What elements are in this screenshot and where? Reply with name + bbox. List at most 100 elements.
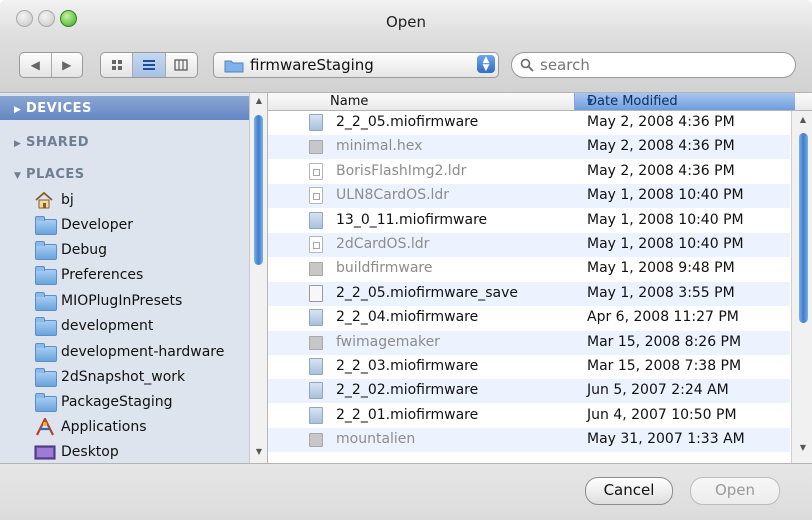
places-header: PLACES: [26, 167, 85, 182]
sidebar-item-development-hardware[interactable]: development-hardware: [34, 340, 224, 364]
folder-icon: [34, 317, 57, 336]
firmware-doc-icon: [308, 382, 323, 400]
file-list: Name Date Modified ▼ 2_2_05.miofirmware M…: [267, 93, 812, 463]
scroll-down-arrow-icon[interactable]: ▼: [796, 441, 810, 455]
file-name: ULN8CardOS.ldr: [336, 187, 450, 204]
sidebar-section-places[interactable]: ▼ PLACES: [14, 167, 85, 187]
file-name: minimal.hex: [336, 138, 423, 155]
back-arrow-icon: ◀: [30, 58, 40, 72]
file-date-modified: May 1, 2008 10:40 PM: [587, 236, 744, 252]
list-view-button[interactable]: [133, 53, 166, 77]
sidebar-item-package-staging[interactable]: PackageStaging: [34, 390, 173, 414]
file-date-modified: May 2, 2008 4:36 PM: [587, 162, 735, 179]
icon-view-button[interactable]: [101, 53, 134, 77]
file-name: 2_2_02.miofirmware: [336, 382, 479, 399]
blank-doc-icon: [308, 284, 323, 302]
folder-icon: [34, 241, 57, 260]
search-field[interactable]: [511, 52, 796, 78]
file-row[interactable]: 2_2_05.miofirmware May 2, 2008 4:36 PM: [268, 111, 790, 135]
folder-icon: [34, 266, 57, 285]
column-header-name[interactable]: Name: [330, 94, 368, 109]
view-mode-control: [100, 52, 198, 78]
open-button[interactable]: Open: [690, 477, 780, 505]
file-row[interactable]: 13_0_11.miofirmware May 1, 2008 10:40 PM: [268, 209, 790, 233]
file-row[interactable]: 2_2_01.miofirmware Jun 4, 2007 10:50 PM: [268, 404, 790, 428]
title-bar[interactable]: Open: [0, 0, 812, 41]
sidebar-item-developer[interactable]: Developer: [34, 213, 133, 237]
disclosure-triangle-icon: ▶: [14, 139, 22, 149]
file-date-modified: Mar 15, 2008 7:38 PM: [587, 358, 742, 374]
forward-arrow-icon: ▶: [62, 58, 72, 72]
unix-file-icon: [308, 138, 323, 155]
folder-icon: [224, 60, 244, 73]
folder-icon: [34, 292, 57, 311]
folder-icon: [34, 393, 57, 412]
file-list-scrollbar[interactable]: ▲ ▼: [791, 111, 812, 463]
sidebar-item-mioplugin-presets[interactable]: MIOPlugInPresets: [34, 289, 182, 313]
sidebar-item-development[interactable]: development: [34, 314, 153, 338]
cancel-button[interactable]: Cancel: [585, 477, 673, 505]
file-row[interactable]: 2_2_03.miofirmware Mar 15, 2008 7:38 PM: [268, 355, 790, 379]
file-row[interactable]: 2_2_05.miofirmware_save May 1, 2008 3:55 …: [268, 281, 790, 306]
firmware-doc-icon: [308, 114, 323, 131]
sidebar-item-preferences[interactable]: Preferences: [34, 263, 143, 287]
applications-icon: [34, 416, 56, 436]
column-view-button[interactable]: [166, 53, 197, 77]
file-name: mountalien: [336, 431, 416, 448]
forward-button[interactable]: ▶: [52, 53, 83, 77]
file-date-modified: Jun 5, 2007 2:24 AM: [587, 382, 729, 399]
file-date-modified: Jun 4, 2007 10:50 PM: [587, 406, 737, 423]
file-date-modified: May 31, 2007 1:33 AM: [587, 431, 745, 448]
back-button[interactable]: ◀: [20, 53, 52, 77]
disclosure-triangle-icon: ▶: [14, 105, 22, 115]
search-input[interactable]: [538, 55, 782, 75]
file-name: 2_2_05.miofirmware_save: [336, 284, 518, 301]
firmware-doc-icon: [308, 358, 323, 375]
sidebar-item-applications[interactable]: Applications: [34, 415, 147, 439]
sidebar-section-shared[interactable]: ▶ SHARED: [14, 135, 89, 155]
firmware-doc-icon: [308, 211, 323, 229]
file-name: 2_2_01.miofirmware: [336, 406, 479, 423]
window-title: Open: [385, 13, 427, 31]
column-header-date-modified[interactable]: Date Modified ▼: [574, 93, 795, 110]
file-row[interactable]: buildfirmware May 1, 2008 9:48 PM: [268, 257, 790, 281]
file-name: buildfirmware: [336, 260, 433, 277]
file-name: 2_2_03.miofirmware: [336, 358, 479, 374]
scroll-down-arrow-icon[interactable]: ▼: [252, 445, 266, 459]
file-row[interactable]: fwimagemaker Mar 15, 2008 8:26 PM: [268, 330, 790, 355]
disclosure-triangle-open-icon: ▼: [14, 171, 22, 181]
location-popup[interactable]: firmwareStaging ▲ ▼: [213, 52, 499, 78]
firmware-doc-icon: [308, 406, 323, 424]
scroll-up-arrow-icon[interactable]: ▲: [252, 94, 266, 108]
list-view-icon: [142, 60, 155, 70]
column-view-icon: [174, 59, 189, 71]
unix-file-icon: [308, 431, 323, 448]
file-row[interactable]: 2_2_02.miofirmware Jun 5, 2007 2:24 AM: [268, 379, 790, 404]
search-icon: [520, 58, 534, 72]
sidebar-section-devices[interactable]: ▶ DEVICES: [0, 96, 249, 120]
file-row[interactable]: 2dCardOS.ldr May 1, 2008 10:40 PM: [268, 233, 790, 257]
sidebar-item-debug[interactable]: Debug: [34, 238, 107, 262]
ldr-file-icon: [308, 236, 323, 253]
file-name: 2_2_05.miofirmware: [336, 114, 479, 130]
folder-icon: [34, 368, 57, 387]
sidebar-item-2dsnapshot-work[interactable]: 2dSnapshot_work: [34, 365, 185, 389]
sidebar: ▶ DEVICES ▶ SHARED ▼ PLACES bj Developer De…: [0, 93, 249, 463]
sidebar-scrollbar-track[interactable]: ▲ ▼: [249, 93, 268, 463]
sidebar-item-desktop[interactable]: Desktop: [34, 440, 119, 463]
sidebar-scroll-thumb[interactable]: [254, 115, 263, 265]
file-row[interactable]: minimal.hex May 2, 2008 4:36 PM: [268, 135, 790, 160]
file-date-modified: May 1, 2008 3:55 PM: [587, 284, 735, 301]
unix-file-icon: [308, 260, 323, 277]
file-name: 13_0_11.miofirmware: [336, 211, 488, 228]
file-row[interactable]: 2_2_04.miofirmware Apr 6, 2008 11:27 PM: [268, 306, 790, 330]
file-row[interactable]: ULN8CardOS.ldr May 1, 2008 10:40 PM: [268, 184, 790, 209]
file-list-scroll-thumb[interactable]: [799, 133, 808, 323]
scroll-up-arrow-icon[interactable]: ▲: [796, 113, 810, 127]
file-row[interactable]: BorisFlashImg2.ldr May 2, 2008 4:36 PM: [268, 160, 790, 184]
file-date-modified: May 1, 2008 10:40 PM: [587, 187, 744, 204]
file-row[interactable]: mountalien May 31, 2007 1:33 AM: [268, 428, 790, 453]
sort-descending-icon: ▼: [587, 97, 594, 106]
sidebar-item-bj[interactable]: bj: [34, 188, 74, 212]
popup-arrows-icon: ▲ ▼: [477, 55, 495, 73]
